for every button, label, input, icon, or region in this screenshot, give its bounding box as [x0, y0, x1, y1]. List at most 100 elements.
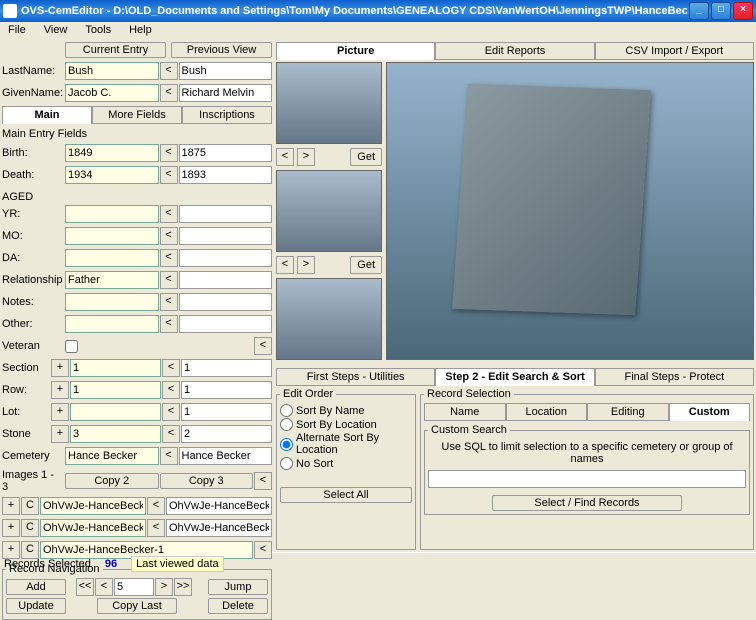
- prev-lastname[interactable]: [179, 62, 273, 80]
- radio-sortbyloc[interactable]: [280, 418, 293, 431]
- subtab-editing[interactable]: Editing: [587, 403, 669, 421]
- nav-index[interactable]: [114, 578, 154, 596]
- menu-help[interactable]: Help: [125, 23, 156, 39]
- prev-da[interactable]: [179, 249, 273, 267]
- img2-plus[interactable]: +: [2, 519, 20, 537]
- thumb1-get[interactable]: Get: [350, 148, 382, 166]
- menu-view[interactable]: View: [40, 23, 72, 39]
- update-button[interactable]: Update: [6, 598, 66, 614]
- selectall-button[interactable]: Select All: [280, 487, 412, 503]
- birth-input[interactable]: [65, 144, 159, 162]
- prev-section[interactable]: [181, 359, 272, 377]
- nav-next[interactable]: >: [155, 578, 173, 596]
- copylast-button[interactable]: Copy Last: [97, 598, 177, 614]
- tab-finalsteps[interactable]: Final Steps - Protect: [595, 368, 754, 386]
- givenname-input[interactable]: [65, 84, 159, 102]
- row-copy[interactable]: <: [162, 381, 180, 399]
- img2-c[interactable]: C: [21, 519, 39, 537]
- rel-input[interactable]: [65, 271, 159, 289]
- cem-copy[interactable]: <: [160, 447, 178, 465]
- lastname-input[interactable]: [65, 62, 159, 80]
- prev-img2[interactable]: [166, 519, 272, 537]
- img1-copy[interactable]: <: [147, 497, 165, 515]
- prev-death[interactable]: [179, 166, 273, 184]
- radio-nosort[interactable]: [280, 457, 293, 470]
- yr-copy[interactable]: <: [160, 205, 178, 223]
- prev-rel[interactable]: [179, 271, 273, 289]
- birth-copy[interactable]: <: [160, 144, 178, 162]
- notes-copy[interactable]: <: [160, 293, 178, 311]
- prev-lot[interactable]: [181, 403, 272, 421]
- subtab-custom[interactable]: Custom: [669, 403, 751, 421]
- images-copy[interactable]: <: [254, 472, 272, 490]
- tab-inscriptions[interactable]: Inscriptions: [182, 106, 272, 124]
- tab-main[interactable]: Main: [2, 106, 92, 124]
- stone-plus[interactable]: +: [51, 425, 69, 443]
- mo-input[interactable]: [65, 227, 159, 245]
- img2-input[interactable]: [40, 519, 146, 537]
- other-input[interactable]: [65, 315, 159, 333]
- row-input[interactable]: [70, 381, 161, 399]
- tab-step2[interactable]: Step 2 - Edit Search & Sort: [435, 368, 594, 386]
- tab-csv[interactable]: CSV Import / Export: [595, 42, 754, 60]
- stone-input[interactable]: [70, 425, 161, 443]
- yr-input[interactable]: [65, 205, 159, 223]
- prev-cem[interactable]: [179, 447, 273, 465]
- prev-yr[interactable]: [179, 205, 273, 223]
- row-plus[interactable]: +: [51, 381, 69, 399]
- section-plus[interactable]: +: [51, 359, 69, 377]
- section-copy[interactable]: <: [162, 359, 180, 377]
- subtab-name[interactable]: Name: [424, 403, 506, 421]
- givenname-copy[interactable]: <: [160, 84, 178, 102]
- prev-row[interactable]: [181, 381, 272, 399]
- menu-file[interactable]: File: [4, 23, 30, 39]
- lot-input[interactable]: [70, 403, 161, 421]
- nav-prev[interactable]: <: [95, 578, 113, 596]
- prev-givenname[interactable]: [179, 84, 273, 102]
- copy2-button[interactable]: Copy 2: [65, 473, 159, 489]
- maximize-button[interactable]: □: [711, 2, 731, 20]
- radio-altsort[interactable]: [280, 438, 293, 451]
- prev-mo[interactable]: [179, 227, 273, 245]
- add-button[interactable]: Add: [6, 579, 66, 595]
- subtab-location[interactable]: Location: [506, 403, 588, 421]
- selectfind-button[interactable]: Select / Find Records: [492, 495, 683, 511]
- rel-copy[interactable]: <: [160, 271, 178, 289]
- thumb1-next[interactable]: >: [297, 148, 315, 166]
- thumb2-next[interactable]: >: [297, 256, 315, 274]
- img2-copy[interactable]: <: [147, 519, 165, 537]
- nav-first[interactable]: <<: [76, 578, 94, 596]
- thumb2-get[interactable]: Get: [350, 256, 382, 274]
- veteran-checkbox[interactable]: [65, 340, 78, 353]
- thumb2-prev[interactable]: <: [276, 256, 294, 274]
- img1-c[interactable]: C: [21, 497, 39, 515]
- tab-picture[interactable]: Picture: [276, 42, 435, 60]
- prev-stone[interactable]: [181, 425, 272, 443]
- close-button[interactable]: ×: [733, 2, 753, 20]
- prev-notes[interactable]: [179, 293, 273, 311]
- minimize-button[interactable]: _: [689, 2, 709, 20]
- tab-morefields[interactable]: More Fields: [92, 106, 182, 124]
- prev-img1[interactable]: [166, 497, 272, 515]
- vet-copy[interactable]: <: [254, 337, 272, 355]
- cem-input[interactable]: [65, 447, 159, 465]
- delete-button[interactable]: Delete: [208, 598, 268, 614]
- copy3-button[interactable]: Copy 3: [160, 473, 254, 489]
- img3-copy[interactable]: <: [254, 541, 272, 559]
- prev-birth[interactable]: [179, 144, 273, 162]
- death-input[interactable]: [65, 166, 159, 184]
- main-picture[interactable]: [386, 62, 754, 360]
- jump-button[interactable]: Jump: [208, 579, 268, 595]
- death-copy[interactable]: <: [160, 166, 178, 184]
- img3-plus[interactable]: +: [2, 541, 20, 559]
- lastname-copy[interactable]: <: [160, 62, 178, 80]
- da-copy[interactable]: <: [160, 249, 178, 267]
- prev-other[interactable]: [179, 315, 273, 333]
- radio-sortbyname[interactable]: [280, 404, 293, 417]
- menu-tools[interactable]: Tools: [81, 23, 115, 39]
- tab-firststeps[interactable]: First Steps - Utilities: [276, 368, 435, 386]
- thumbnail-3[interactable]: [276, 278, 382, 360]
- tab-editreports[interactable]: Edit Reports: [435, 42, 594, 60]
- lot-copy[interactable]: <: [162, 403, 180, 421]
- thumbnail-2[interactable]: [276, 170, 382, 252]
